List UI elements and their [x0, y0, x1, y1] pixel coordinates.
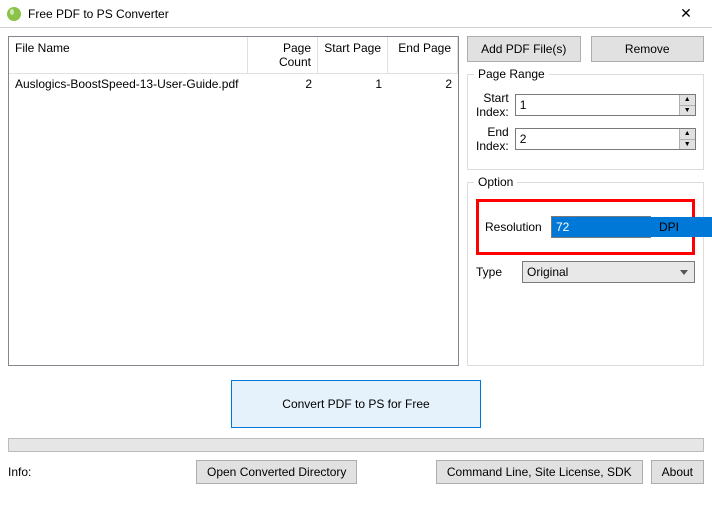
chevron-down-icon[interactable]: ▼	[680, 106, 695, 116]
cell-endpage: 2	[388, 74, 458, 94]
chevron-up-icon[interactable]: ▲	[680, 129, 695, 140]
end-index-input[interactable]	[516, 129, 679, 149]
type-select[interactable]: Original	[522, 261, 695, 283]
option-group: Option Resolution ▲▼ DPI Type Original	[467, 182, 704, 366]
window-title: Free PDF to PS Converter	[28, 7, 666, 21]
end-index-label: End Index:	[476, 125, 509, 153]
end-index-stepper[interactable]: ▲▼	[515, 128, 696, 150]
progress-bar	[8, 438, 704, 452]
cell-pagecount: 2	[248, 74, 318, 94]
info-label: Info:	[8, 465, 188, 479]
chevron-up-icon[interactable]: ▲	[680, 95, 695, 106]
app-icon	[6, 6, 22, 22]
col-endpage[interactable]: End Page	[388, 37, 458, 73]
start-index-input[interactable]	[516, 95, 679, 115]
close-icon[interactable]: ✕	[666, 5, 706, 22]
col-startpage[interactable]: Start Page	[318, 37, 388, 73]
col-pagecount[interactable]: Page Count	[248, 37, 318, 73]
resolution-label: Resolution	[485, 220, 543, 234]
start-index-label: Start Index:	[476, 91, 509, 119]
start-index-stepper[interactable]: ▲▼	[515, 94, 696, 116]
resolution-input[interactable]	[552, 217, 712, 237]
convert-button[interactable]: Convert PDF to PS for Free	[231, 380, 481, 428]
titlebar: Free PDF to PS Converter ✕	[0, 0, 712, 28]
table-row[interactable]: Auslogics-BoostSpeed-13-User-Guide.pdf 2…	[9, 74, 458, 94]
command-line-button[interactable]: Command Line, Site License, SDK	[436, 460, 643, 484]
resolution-stepper[interactable]: ▲▼	[551, 216, 651, 238]
highlight-box: Resolution ▲▼ DPI	[476, 199, 695, 255]
chevron-down-icon[interactable]: ▼	[680, 140, 695, 150]
add-pdf-button[interactable]: Add PDF File(s)	[467, 36, 581, 62]
type-label: Type	[476, 265, 516, 279]
page-range-group: Page Range Start Index: ▲▼ End Index: ▲▼	[467, 74, 704, 170]
about-button[interactable]: About	[651, 460, 704, 484]
resolution-unit: DPI	[659, 220, 679, 234]
option-title: Option	[474, 175, 517, 189]
remove-button[interactable]: Remove	[591, 36, 705, 62]
open-directory-button[interactable]: Open Converted Directory	[196, 460, 357, 484]
type-value: Original	[527, 265, 568, 279]
cell-startpage: 1	[318, 74, 388, 94]
col-filename[interactable]: File Name	[9, 37, 248, 73]
table-header: File Name Page Count Start Page End Page	[9, 37, 458, 74]
file-table[interactable]: File Name Page Count Start Page End Page…	[8, 36, 459, 366]
cell-filename: Auslogics-BoostSpeed-13-User-Guide.pdf	[9, 74, 248, 94]
page-range-title: Page Range	[474, 67, 549, 81]
